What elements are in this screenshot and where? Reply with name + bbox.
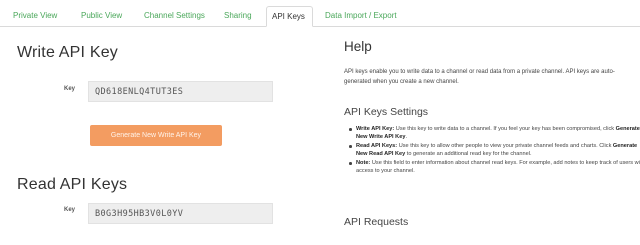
tab-api-keys[interactable]: API Keys (266, 6, 313, 27)
help-item-write-key: Write API Key: Use this key to write dat… (349, 125, 640, 141)
help-item-term: Note: (356, 160, 371, 167)
api-requests-heading: API Requests (344, 216, 409, 228)
tab-bar: Private View Public View Channel Setting… (0, 0, 640, 27)
help-intro-text: API keys enable you to write data to a c… (344, 69, 615, 85)
help-item-term: Write API Key: (356, 126, 395, 132)
write-api-key-field[interactable]: QD618ENLQ4TUT3ES (88, 81, 273, 102)
help-item-note: Note: Use this field to enter informatio… (349, 159, 640, 175)
help-item-read-key: Read API Keys: Use this key to allow oth… (349, 142, 640, 158)
tab-private-view[interactable]: Private View (8, 6, 62, 26)
help-item-term: Read API Keys: (356, 143, 398, 150)
read-api-key-field[interactable]: B0G3H95HB3V0L0YV (88, 203, 273, 224)
generate-write-api-key-button[interactable]: Generate New Write API Key (90, 125, 222, 146)
tab-sharing[interactable]: Sharing (219, 6, 257, 26)
help-item-text: Use this field to enter information abou… (356, 160, 640, 175)
api-keys-settings-list: Write API Key: Use this key to write dat… (344, 125, 640, 177)
api-keys-settings-heading: API Keys Settings (344, 106, 429, 118)
write-api-key-heading: Write API Key (17, 44, 119, 61)
help-item-end: . (405, 134, 407, 141)
help-item-text: Use this key to write data to a channel.… (394, 126, 616, 132)
help-item-end: to generate an additional read key for t… (405, 151, 532, 158)
tab-public-view[interactable]: Public View (76, 6, 127, 26)
help-item-text: Use this key to allow other people to vi… (397, 143, 613, 150)
help-heading: Help (344, 39, 372, 54)
read-key-label: Key (64, 207, 76, 213)
read-api-keys-heading: Read API Keys (17, 176, 128, 193)
tab-data-import-export[interactable]: Data Import / Export (320, 6, 402, 26)
write-key-label: Key (64, 86, 76, 92)
tab-channel-settings[interactable]: Channel Settings (139, 6, 210, 26)
